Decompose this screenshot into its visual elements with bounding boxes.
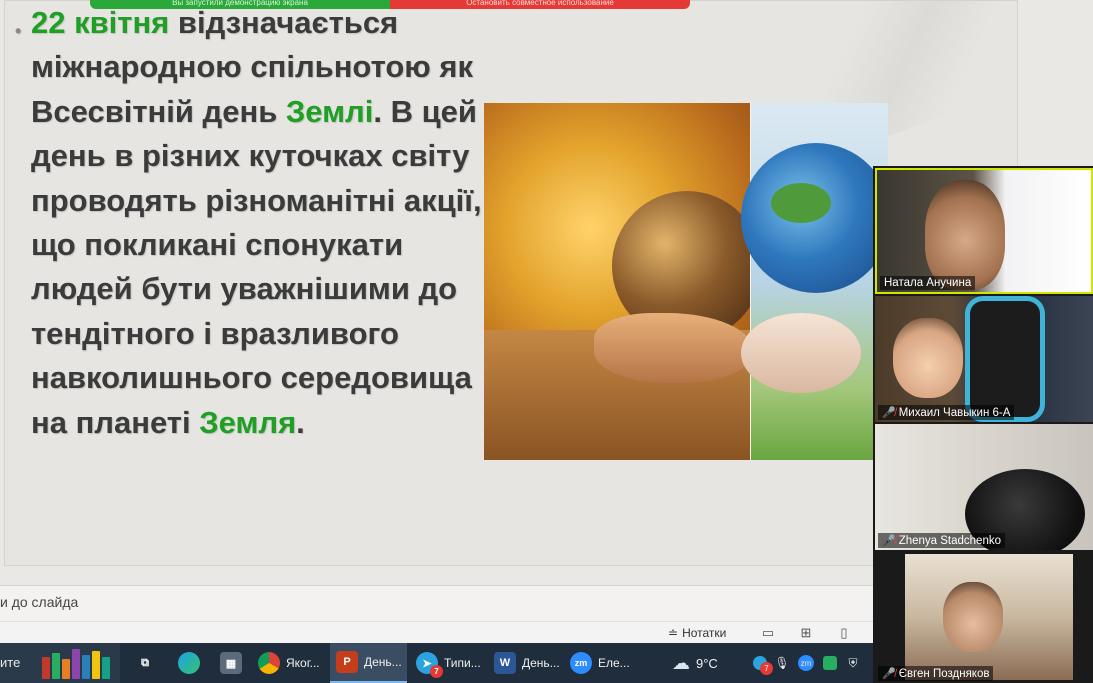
telegram-label: Типи... [444, 656, 481, 670]
chrome-button[interactable]: Яког... [252, 643, 328, 683]
word-label: День... [522, 656, 560, 670]
powerpoint-button[interactable]: P День... [330, 643, 407, 683]
participant-name: Євген Поздняков [898, 667, 990, 680]
zoom-tray-icon[interactable]: zm [796, 653, 816, 673]
task-view-button[interactable]: ⧉ [128, 643, 158, 683]
reading-view-icon[interactable]: ▯ [833, 624, 855, 642]
earth-in-hands-image[interactable] [484, 103, 888, 460]
taskbar: ите ⧉ ▦ Яког... P День... ➤ 7 Типи... W Д… [0, 643, 873, 683]
participant-name: Натала Анучина [884, 277, 972, 289]
mic-off-icon: 🎤̸ [882, 535, 896, 547]
participant-name: Zhenya Stadchenko [898, 534, 1001, 547]
body-text: . В цей день в різних куточках світу про… [31, 93, 482, 440]
cloud-icon: ☁ [672, 652, 690, 673]
green-app-tray-icon[interactable] [820, 653, 840, 673]
body-text: . [296, 404, 305, 440]
participant-video [893, 318, 963, 398]
word-icon: W [494, 652, 516, 674]
edge-icon [178, 652, 200, 674]
books-search-highlight-icon[interactable] [42, 649, 118, 679]
powerpoint-label: День... [364, 655, 402, 669]
share-status-label: Вы запустили демонстрацию экрана [90, 0, 390, 9]
slide-canvas[interactable]: • 22 квітня відзначається міжнародною сп… [4, 0, 1018, 566]
participant-tile[interactable]: 🎤̸ Zhenya Stadchenko [875, 424, 1093, 550]
participant-video [943, 582, 1003, 652]
weather-widget[interactable]: ☁ 9°C [672, 643, 718, 683]
chrome-icon [258, 652, 280, 674]
stop-share-button[interactable]: Остановить совместное использование [390, 0, 690, 9]
highlighted-text: 22 квітня [31, 5, 170, 40]
participant-video [925, 180, 1005, 290]
telegram-badge: 7 [430, 665, 443, 678]
task-view-icon: ⧉ [141, 656, 149, 669]
status-bar: ≐ Нотатки ▭ ⊞ ▯ [0, 621, 875, 643]
slide-body-text[interactable]: • 22 квітня відзначається міжнародною сп… [15, 1, 501, 445]
notes-pane[interactable]: и до слайда [0, 585, 875, 621]
zoom-label: Еле... [598, 656, 630, 670]
notes-icon: ≐ [668, 626, 679, 640]
telegram-icon: ➤ 7 [416, 652, 443, 678]
notes-button[interactable]: ≐ Нотатки [668, 624, 726, 642]
search-label: ите [0, 655, 21, 670]
participant-tile[interactable]: 🎤̸ Євген Поздняков [875, 552, 1093, 683]
word-button[interactable]: W День... [488, 643, 564, 683]
screen-share-bar: Вы запустили демонстрацию экрана Останов… [90, 0, 690, 9]
edge-button[interactable] [172, 643, 208, 683]
microphone-icon[interactable]: 🎙 [772, 653, 792, 673]
zoom-button[interactable]: zm Еле... [564, 643, 636, 683]
participant-tile[interactable]: Натала Анучина [875, 168, 1093, 294]
highlighted-text: Земля [199, 404, 297, 440]
burning-earth-half [484, 103, 762, 460]
participant-name: Михаил Чавыкин 6-А [898, 406, 1011, 419]
highlighted-text: Землі [285, 93, 374, 129]
chrome-label: Яког... [286, 656, 320, 670]
green-earth-half [741, 103, 888, 460]
participant-tile[interactable]: 🎤̸ Михаил Чавыкин 6-А [875, 296, 1093, 422]
calculator-icon: ▦ [220, 652, 242, 674]
bullet-icon: • [15, 21, 22, 41]
notes-placeholder: и до слайда [0, 594, 79, 610]
video-participants-panel: Натала Анучина 🎤̸ Михаил Чавыкин 6-А 🎤̸ Zh… [873, 166, 1093, 683]
security-shield-icon[interactable]: ⛨ [843, 653, 863, 673]
mic-off-icon: 🎤̸ [882, 668, 896, 680]
weather-temp: 9°C [696, 655, 718, 671]
slide-sorter-icon[interactable]: ⊞ [795, 624, 817, 642]
normal-view-icon[interactable]: ▭ [757, 624, 779, 642]
telegram-tray-icon[interactable]: 7 [750, 653, 773, 675]
notes-label: Нотатки [682, 626, 727, 640]
zoom-icon: zm [570, 652, 592, 674]
powerpoint-icon: P [336, 651, 358, 673]
calculator-button[interactable]: ▦ [214, 643, 250, 683]
telegram-button[interactable]: ➤ 7 Типи... [410, 643, 486, 683]
mic-off-icon: 🎤̸ [882, 407, 896, 419]
